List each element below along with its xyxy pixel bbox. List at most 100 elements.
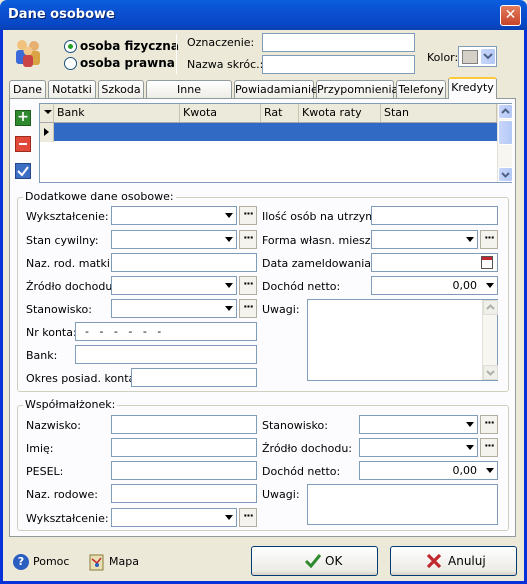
naz-rod-matki-label: Naz. rod. matki: <box>26 257 114 270</box>
data-zameldowania-input[interactable] <box>371 253 498 272</box>
ok-button[interactable]: OK <box>251 546 378 576</box>
selected-row[interactable] <box>54 123 497 141</box>
tab-powiadamianie[interactable]: Powiadamianie <box>234 80 318 99</box>
zrodlo-dochodu-more-button[interactable]: ··· <box>239 276 257 295</box>
help-icon[interactable]: ? <box>13 554 29 570</box>
uwagi-scrollbar[interactable] <box>482 300 498 380</box>
okres-input[interactable] <box>131 368 257 387</box>
spouse-zrodlo-label: Źródło dochodu: <box>262 442 353 455</box>
cancel-label: Anuluj <box>448 554 486 568</box>
credits-grid[interactable]: Bank Kwota Rat Kwota raty Stan <box>39 103 513 183</box>
spouse-uwagi-label: Uwagi: <box>262 488 300 501</box>
stan-cywilny-more-button[interactable]: ··· <box>239 230 257 249</box>
radio-osoba-fizyczna[interactable] <box>64 40 77 53</box>
nazwa-skroc-label: Nazwa skróc.: <box>187 58 264 71</box>
spouse-naz-rodowe-label: Naz. rodowe: <box>26 488 98 501</box>
tab-inne-dokumenty[interactable]: Inne dokumenty <box>146 80 232 113</box>
ok-label: OK <box>325 554 343 568</box>
pomoc-link[interactable]: Pomoc <box>33 555 69 568</box>
forma-label: Forma własn. mieszk.: <box>262 234 385 247</box>
uwagi-label: Uwagi: <box>262 303 300 316</box>
nazwa-skroc-input[interactable] <box>262 55 415 74</box>
grid-scrollbar[interactable] <box>497 104 513 182</box>
radio-osoba-prawna[interactable] <box>64 57 77 70</box>
row-indicator <box>40 123 54 142</box>
oznaczenie-input[interactable] <box>262 33 415 52</box>
spouse-pesel-input[interactable] <box>111 461 257 480</box>
oznaczenie-label: Oznaczenie: <box>187 36 255 49</box>
spouse-naz-rodowe-input[interactable] <box>111 484 257 503</box>
spouse-stanowisko-more-button[interactable]: ··· <box>480 415 498 434</box>
stanowisko-label: Stanowisko: <box>26 303 92 316</box>
scroll-thumb[interactable] <box>498 120 513 145</box>
dochod-netto-input[interactable]: 0,00 <box>371 276 498 295</box>
column-kwota-raty[interactable]: Kwota raty <box>299 104 381 122</box>
nr-konta-input[interactable]: - - - - - - <box>75 322 257 341</box>
ilosc-osob-input[interactable] <box>371 206 498 225</box>
spouse-wyksztalcenie-select[interactable] <box>111 508 237 527</box>
header-divider <box>176 34 177 74</box>
calendar-icon-top <box>482 257 492 260</box>
mapa-link[interactable]: Mapa <box>109 555 139 568</box>
ilosc-osob-label: Ilość osób na utrzym.: <box>262 210 384 223</box>
scroll-down-button[interactable] <box>498 167 513 182</box>
bank-label: Bank: <box>26 349 58 362</box>
okres-label: Okres posiad. konta: <box>26 372 139 385</box>
spouse-wyksztalcenie-more-button[interactable]: ··· <box>239 508 257 527</box>
spouse-zrodlo-select[interactable] <box>359 438 478 457</box>
wyksztalcenie-label: Wykształcenie: <box>26 210 109 223</box>
column-bank[interactable]: Bank <box>54 104 180 122</box>
stan-cywilny-select[interactable] <box>111 230 237 249</box>
stanowisko-more-button[interactable]: ··· <box>239 299 257 318</box>
tab-notatki[interactable]: Notatki <box>48 80 96 99</box>
column-kwota[interactable]: Kwota <box>180 104 261 122</box>
tab-telefony[interactable]: Telefony <box>396 80 446 99</box>
tab-dane[interactable]: Dane <box>9 80 46 99</box>
spouse-nazwisko-input[interactable] <box>111 415 257 434</box>
forma-select[interactable] <box>371 230 478 249</box>
radio-label-prawna: osoba prawna <box>80 56 175 70</box>
spouse-imie-input[interactable] <box>111 438 257 457</box>
wyksztalcenie-select[interactable] <box>111 206 237 225</box>
cancel-button[interactable]: Anuluj <box>390 546 517 576</box>
spouse-imie-label: Imię: <box>26 442 54 455</box>
uwagi-scroll-down[interactable] <box>483 365 498 380</box>
naz-rod-matki-input[interactable] <box>111 253 257 272</box>
uwagi-textarea[interactable] <box>307 299 498 381</box>
tab-przypomnienia[interactable]: Przypomnienia <box>316 80 398 99</box>
zrodlo-dochodu-select[interactable] <box>111 276 237 295</box>
bank-input[interactable] <box>75 345 257 364</box>
spouse-zrodlo-more-button[interactable]: ··· <box>480 438 498 457</box>
scroll-up-button[interactable] <box>498 104 513 119</box>
spouse-stanowisko-select[interactable] <box>359 415 478 434</box>
ok-check-icon <box>304 554 322 569</box>
minus-icon <box>19 143 27 145</box>
wyksztalcenie-more-button[interactable]: ··· <box>239 206 257 225</box>
grid-header-indicator[interactable] <box>40 104 54 122</box>
nr-konta-label: Nr konta: <box>26 326 77 339</box>
tab-szkoda[interactable]: Szkoda <box>98 80 144 99</box>
map-icon[interactable] <box>89 553 105 571</box>
column-stan[interactable]: Stan <box>381 104 497 122</box>
forma-more-button[interactable]: ··· <box>480 230 498 249</box>
confirm-row-button[interactable] <box>15 163 31 179</box>
cancel-x-icon <box>426 553 442 569</box>
spouse-uwagi-textarea[interactable] <box>307 484 498 525</box>
tab-kredyty[interactable]: Kredyty <box>448 77 497 99</box>
calendar-icon[interactable] <box>481 256 493 269</box>
window-title: Dane osobowe <box>8 7 115 22</box>
spouse-dochod-input[interactable]: 0,00 <box>359 461 498 480</box>
column-rat[interactable]: Rat <box>261 104 299 122</box>
kolor-picker[interactable] <box>458 46 497 67</box>
uwagi-scroll-up[interactable] <box>483 300 498 315</box>
zrodlo-dochodu-label: Źródło dochodu: <box>26 280 117 293</box>
color-swatch <box>462 50 478 64</box>
close-button[interactable]: ✕ <box>500 5 521 26</box>
kolor-dropdown-button[interactable] <box>480 48 496 65</box>
remove-row-button[interactable] <box>15 136 31 152</box>
stanowisko-select[interactable] <box>111 299 237 318</box>
spouse-nazwisko-label: Nazwisko: <box>26 419 81 432</box>
add-row-button[interactable]: + <box>15 110 31 126</box>
kolor-label: Kolor: <box>427 51 459 64</box>
check-icon <box>17 166 29 177</box>
